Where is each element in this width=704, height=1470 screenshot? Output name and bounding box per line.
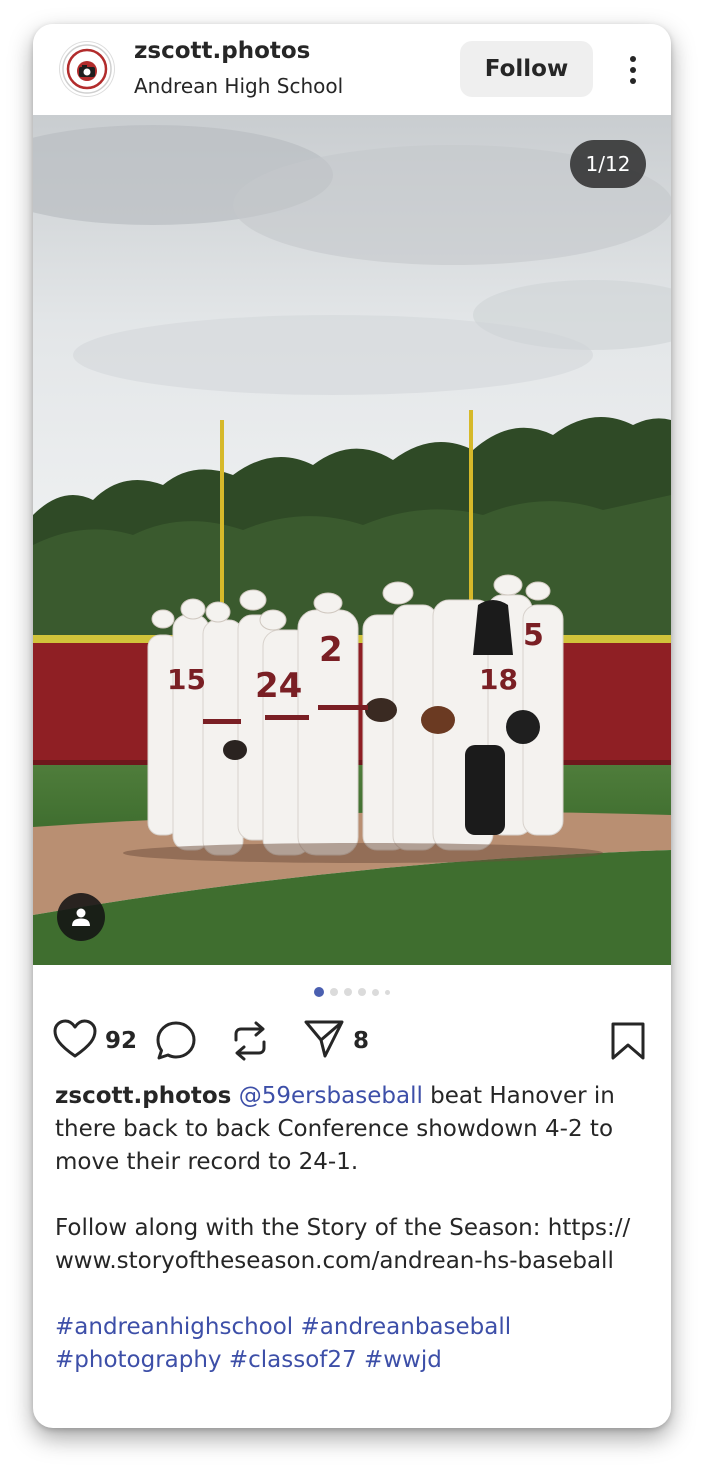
svg-text:24: 24: [255, 666, 302, 706]
carousel-dot: [372, 988, 379, 996]
carousel-dot: [330, 988, 338, 996]
caption-mention[interactable]: @59ersbaseball: [239, 1083, 423, 1109]
caption-username[interactable]: zscott.photos: [55, 1083, 231, 1109]
image-counter: 1/12: [570, 140, 646, 188]
like-group: 92: [53, 1019, 137, 1063]
svg-text:5: 5: [523, 618, 544, 653]
action-bar: 92 8: [33, 1019, 671, 1069]
carousel-dot: [344, 988, 352, 996]
follow-button[interactable]: Follow: [460, 41, 593, 97]
avatar-logo: [62, 44, 112, 94]
carousel-dot: [385, 989, 390, 995]
post-location[interactable]: Andrean High School: [134, 74, 343, 98]
post-caption: zscott.photos @59ersbaseball beat Hanove…: [55, 1080, 645, 1377]
caption-hashtags[interactable]: #andreanhighschool #andreanbaseball #pho…: [55, 1314, 518, 1373]
send-icon[interactable]: [303, 1018, 345, 1064]
share-group: 8: [303, 1019, 369, 1063]
caption-link-text[interactable]: Follow along with the Story of the Seaso…: [55, 1212, 645, 1278]
baseball-team-photo: 24 2 15 5 18: [33, 115, 671, 965]
carousel-dot: [358, 988, 366, 996]
repost-icon[interactable]: [230, 1019, 270, 1063]
post-photo[interactable]: 24 2 15 5 18 1/12: [33, 115, 671, 965]
more-vertical-icon[interactable]: [621, 54, 645, 86]
svg-text:15: 15: [167, 663, 206, 696]
user-tag-icon[interactable]: [57, 893, 105, 941]
shares-count[interactable]: 8: [353, 1028, 369, 1054]
post-username[interactable]: zscott.photos: [134, 38, 310, 64]
bookmark-icon[interactable]: [610, 1019, 646, 1063]
heart-icon[interactable]: [53, 1019, 97, 1063]
avatar[interactable]: [60, 42, 114, 96]
carousel-dot-active: [314, 987, 324, 997]
likes-count[interactable]: 92: [105, 1028, 137, 1054]
svg-text:18: 18: [479, 663, 518, 696]
post-card: zscott.photos Andrean High School Follow: [33, 24, 671, 1428]
comment-icon[interactable]: [155, 1019, 197, 1063]
carousel-dots: [33, 986, 671, 998]
svg-text:2: 2: [319, 630, 343, 670]
post-header: zscott.photos Andrean High School Follow: [33, 24, 671, 115]
